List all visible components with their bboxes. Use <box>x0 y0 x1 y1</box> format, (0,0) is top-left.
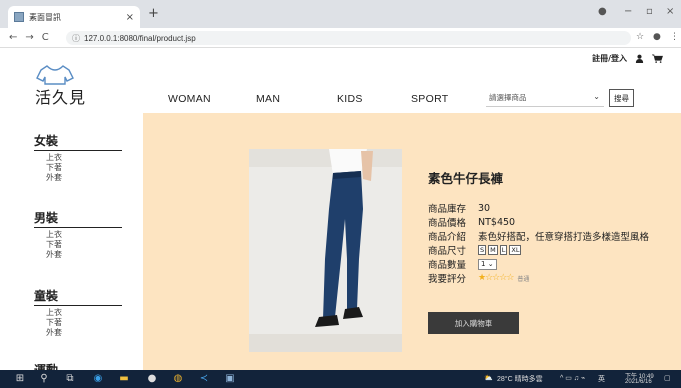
rating-stars: ★☆☆☆☆ <box>478 273 514 283</box>
size-row: 商品尺寸 S M L XL <box>428 243 522 257</box>
category-link[interactable]: 外套 <box>46 328 124 338</box>
price-label: 商品價格 <box>428 218 467 229</box>
url-input[interactable]: ⓘ 127.0.0.1:8080/final/product.jsp <box>66 31 631 45</box>
login-link[interactable]: 註冊/登入 <box>592 53 627 64</box>
clock-date[interactable]: 2021/6/16 <box>625 379 652 385</box>
account-icon[interactable]: ● <box>653 32 661 42</box>
nav-woman[interactable]: WOMAN <box>168 93 211 105</box>
stock-value: 30 <box>478 202 491 214</box>
nav-kids[interactable]: KIDS <box>337 93 363 105</box>
search-icon[interactable]: ⚲ <box>38 373 50 385</box>
category-link[interactable]: 上衣 <box>46 230 124 240</box>
profile-icon[interactable]: ● <box>598 6 607 17</box>
size-option-l[interactable]: L <box>499 245 508 255</box>
maximize-button[interactable]: ▫ <box>646 6 653 17</box>
stock-row: 商品庫存 30 <box>428 201 491 216</box>
task-view-icon[interactable]: ⧉ <box>64 373 76 385</box>
product-select[interactable]: 請選擇商品 ⌄ <box>486 89 604 107</box>
tab-title: 素面冒訊 <box>29 12 61 22</box>
notification-icon[interactable]: ▢ <box>664 374 671 382</box>
category-title[interactable]: 女裝 <box>34 132 122 151</box>
vscode-icon[interactable]: ≺ <box>198 373 210 385</box>
quantity-value: 1 <box>481 259 486 268</box>
qty-row: 商品數量 1 ⌄ <box>428 257 497 271</box>
rating-row: 我要評分 ★☆☆☆☆ 普通 <box>428 271 529 285</box>
product-title: 素色牛仔長褲 <box>428 171 504 186</box>
select-placeholder: 請選擇商品 <box>489 93 527 102</box>
tray-icons[interactable]: ^ ▭ ♫ ⌁ <box>560 374 585 382</box>
close-window-button[interactable]: × <box>666 6 674 17</box>
weather-icon[interactable]: ⛅ <box>484 374 493 382</box>
browser-tab[interactable]: 素面冒訊 × <box>8 6 140 28</box>
info-icon[interactable]: ⓘ <box>72 33 80 44</box>
category-women: 女裝 上衣 下著 外套 <box>34 132 124 183</box>
favicon-icon <box>14 12 24 22</box>
category-men: 男裝 上衣 下著 外套 <box>34 209 124 260</box>
bookmark-star-icon[interactable]: ☆ <box>636 32 644 42</box>
category-link[interactable]: 外套 <box>46 173 124 183</box>
size-options: S M L XL <box>478 245 522 255</box>
edge-browser-icon[interactable]: ◉ <box>92 373 104 385</box>
category-title[interactable]: 童裝 <box>34 287 122 306</box>
product-photo <box>249 149 402 352</box>
desc-value: 素色好搭配，任意穿搭打造多樣造型風格 <box>478 232 650 243</box>
browser-address-bar: ← → C ⓘ 127.0.0.1:8080/final/product.jsp… <box>0 28 681 48</box>
logo-text[interactable]: 活久見 <box>35 84 86 108</box>
rating-hint: 普通 <box>517 275 530 283</box>
chevron-down-icon: ⌄ <box>593 92 600 101</box>
new-tab-button[interactable]: + <box>148 6 159 21</box>
size-option-xl[interactable]: XL <box>509 245 522 255</box>
category-title[interactable]: 男裝 <box>34 209 122 228</box>
search-button[interactable]: 搜尋 <box>609 89 634 107</box>
price-value: NT$450 <box>478 216 516 228</box>
menu-icon[interactable]: ⋮ <box>670 32 679 42</box>
desc-row: 商品介紹 素色好搭配，任意穿搭打造多樣造型風格 <box>428 229 649 243</box>
weather-text[interactable]: 28°C 晴時多雲 <box>497 374 543 384</box>
back-arrow-icon[interactable]: ← <box>9 32 17 43</box>
star-empty-icon[interactable]: ☆ <box>506 273 514 283</box>
nav-sport[interactable]: SPORT <box>411 93 448 105</box>
desc-label: 商品介紹 <box>428 232 467 243</box>
category-link[interactable]: 下著 <box>46 318 124 328</box>
cart-icon[interactable] <box>652 54 663 63</box>
minimize-button[interactable]: − <box>624 6 632 17</box>
category-link[interactable]: 上衣 <box>46 153 124 163</box>
stock-label: 商品庫存 <box>428 204 467 215</box>
category-link[interactable]: 上衣 <box>46 308 124 318</box>
add-to-cart-button[interactable]: 加入購物車 <box>428 312 519 334</box>
app-icon[interactable]: ● <box>146 373 158 385</box>
category-link[interactable]: 下著 <box>46 240 124 250</box>
tab-close-icon[interactable]: × <box>126 12 134 23</box>
url-text: 127.0.0.1:8080/final/product.jsp <box>84 33 196 43</box>
chrome-icon[interactable]: ◍ <box>172 373 184 385</box>
user-icon[interactable] <box>635 54 644 63</box>
ime-indicator[interactable]: 英 <box>598 374 605 384</box>
file-explorer-icon[interactable]: ▬ <box>118 373 130 385</box>
nav-man[interactable]: MAN <box>256 93 280 105</box>
size-option-m[interactable]: M <box>488 245 498 255</box>
browser-tab-bar: 素面冒訊 × + ● − ▫ × <box>0 0 681 28</box>
image-app-icon[interactable]: ▣ <box>224 373 236 385</box>
windows-start-icon[interactable]: ⊞ <box>14 373 26 385</box>
qty-label: 商品數量 <box>428 260 467 271</box>
forward-arrow-icon[interactable]: → <box>25 32 33 43</box>
reload-icon[interactable]: C <box>42 32 49 43</box>
category-link[interactable]: 外套 <box>46 250 124 260</box>
user-links: 註冊/登入 <box>592 53 663 64</box>
os-taskbar: ⊞ ⚲ ⧉ ◉ ▬ ● ◍ ≺ ▣ ⛅ 28°C 晴時多雲 ^ ▭ ♫ ⌁ 英 … <box>0 370 681 388</box>
category-link[interactable]: 下著 <box>46 163 124 173</box>
price-row: 商品價格 NT$450 <box>428 215 516 230</box>
category-kids: 童裝 上衣 下著 外套 <box>34 287 124 338</box>
product-panel: 素色牛仔長褲 商品庫存 30 商品價格 NT$450 商品介紹 素色好搭配，任意… <box>143 113 681 370</box>
size-label: 商品尺寸 <box>428 246 467 257</box>
size-option-s[interactable]: S <box>478 245 487 255</box>
quantity-select[interactable]: 1 ⌄ <box>478 258 497 270</box>
rating-label: 我要評分 <box>428 274 467 285</box>
